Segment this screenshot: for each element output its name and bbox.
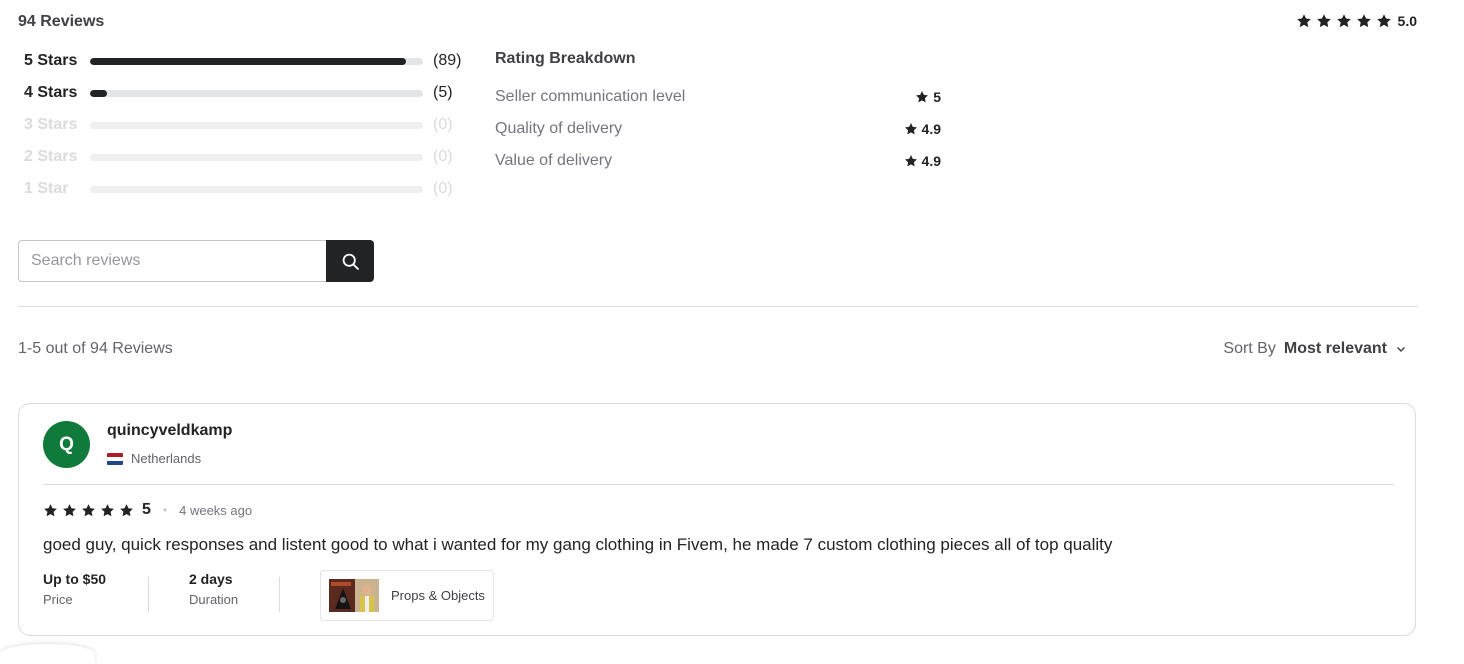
gig-thumbnail <box>329 579 379 612</box>
star-bar-count: (0) <box>433 148 453 165</box>
price-value: Up to $50 <box>43 571 107 587</box>
overall-rating-value: 5.0 <box>1397 13 1417 29</box>
review-stars <box>43 503 134 518</box>
search-button[interactable] <box>326 240 374 282</box>
star-bar-count: (89) <box>433 52 462 69</box>
star-bar-row[interactable]: 4 Stars (5) <box>24 83 464 103</box>
star-bar-count: (5) <box>433 84 453 101</box>
sort-label: Sort By <box>1223 340 1276 357</box>
star-bar-label: 1 Star <box>24 180 69 197</box>
price-label: Price <box>43 592 73 607</box>
rating-breakdown-name: Seller communication level <box>495 88 686 105</box>
star-icon <box>1316 13 1332 29</box>
star-icon <box>1296 13 1312 29</box>
netherlands-flag-icon <box>107 452 123 465</box>
star-bar-track <box>90 57 423 65</box>
star-bar-count: (0) <box>433 116 453 133</box>
star-bar-label: 5 Stars <box>24 52 78 69</box>
floating-widget-edge <box>0 644 95 664</box>
star-bar-fill <box>90 89 107 97</box>
star-bar-label: 4 Stars <box>24 84 78 101</box>
star-icon <box>1336 13 1352 29</box>
review-rating-value: 5 <box>142 501 151 518</box>
search-input[interactable] <box>18 240 326 282</box>
rating-breakdown-title: Rating Breakdown <box>495 50 636 67</box>
rating-breakdown-name: Quality of delivery <box>495 120 623 137</box>
overall-stars <box>1296 13 1392 29</box>
star-bar-count: (0) <box>433 180 453 197</box>
duration-label: Duration <box>189 592 239 607</box>
rating-breakdown-value: 5 <box>933 89 941 105</box>
star-bar-fill <box>90 57 407 65</box>
rating-breakdown-row: Seller communication level 5 <box>495 88 941 106</box>
gig-category-label: Props & Objects <box>391 588 485 603</box>
rating-breakdown-value: 4.9 <box>921 153 941 169</box>
review-divider <box>43 484 1394 485</box>
avatar[interactable]: Q <box>43 421 90 468</box>
chevron-down-icon <box>1396 346 1406 353</box>
star-bar-track <box>90 89 423 97</box>
review-price: Up to $50 Price <box>43 571 106 607</box>
rating-breakdown-value: 4.9 <box>921 121 941 137</box>
reviews-range-text: 1-5 out of 94 Reviews <box>18 340 173 357</box>
star-icon <box>1356 13 1372 29</box>
rating-breakdown-name: Value of delivery <box>495 152 613 169</box>
star-bar-row: 3 Stars (0) <box>24 115 464 135</box>
star-bar-row: 2 Stars (0) <box>24 147 464 167</box>
star-bar-track <box>90 121 423 129</box>
separator-dot: • <box>162 503 168 517</box>
star-icon <box>904 154 918 168</box>
reviewer-username[interactable]: quincyveldkamp <box>107 422 232 440</box>
rating-breakdown-row: Value of delivery 4.9 <box>495 152 941 170</box>
country-name: Netherlands <box>131 451 202 466</box>
sort-dropdown[interactable]: Sort By Most relevant <box>1223 340 1407 358</box>
duration-value: 2 days <box>189 571 233 587</box>
star-bar-label: 2 Stars <box>24 148 78 165</box>
star-icon <box>62 503 77 518</box>
star-icon <box>43 503 58 518</box>
rating-breakdown-score: 5 <box>915 89 941 105</box>
star-bar-label: 3 Stars <box>24 116 78 133</box>
star-icon <box>904 122 918 136</box>
sort-value: Most relevant <box>1283 340 1387 357</box>
overall-rating: 5.0 <box>1296 13 1417 29</box>
star-icon <box>119 503 134 518</box>
review-text: goed guy, quick responses and listent go… <box>43 535 1113 554</box>
review-rating: 5 • 4 weeks ago <box>43 501 252 519</box>
star-bar-row: 1 Star (0) <box>24 179 464 199</box>
star-bar-track <box>90 185 423 193</box>
search-reviews <box>18 240 374 282</box>
rating-breakdown-score: 4.9 <box>904 121 941 137</box>
rating-breakdown-row: Quality of delivery 4.9 <box>495 120 941 138</box>
rating-breakdown-score: 4.9 <box>904 153 941 169</box>
star-icon <box>100 503 115 518</box>
gig-chip[interactable]: Props & Objects <box>320 570 494 621</box>
reviews-count: 94 Reviews <box>18 13 105 30</box>
search-icon <box>342 253 359 270</box>
section-divider <box>18 306 1418 307</box>
star-bar-track <box>90 153 423 161</box>
reviewer-country: Netherlands <box>107 451 201 466</box>
meta-divider <box>148 577 149 612</box>
meta-divider <box>279 577 280 612</box>
review-time: 4 weeks ago <box>179 502 253 518</box>
star-icon <box>81 503 96 518</box>
star-bar-row[interactable]: 5 Stars (89) <box>24 51 464 71</box>
star-icon <box>1376 13 1392 29</box>
review-duration: 2 days Duration <box>189 571 238 607</box>
star-icon <box>915 90 929 104</box>
